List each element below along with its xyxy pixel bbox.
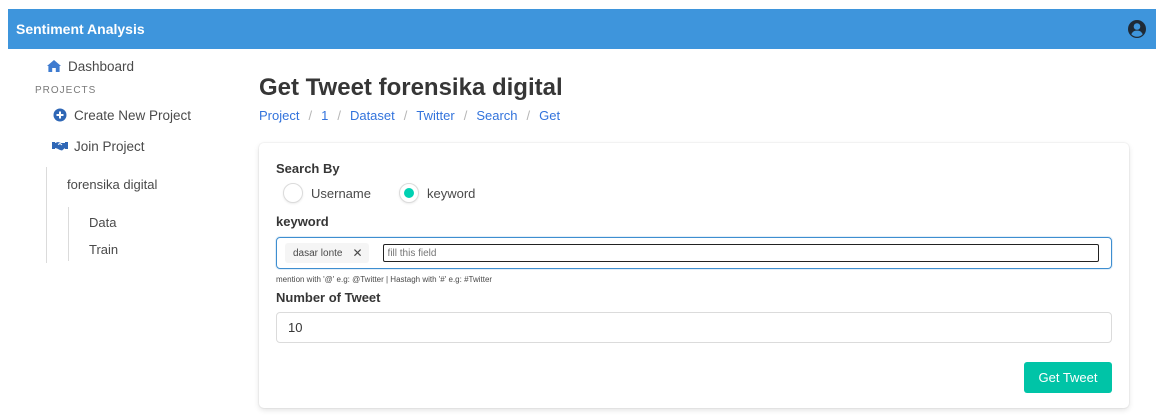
plus-circle-icon [52,107,68,123]
projects-section-label: PROJECTS [35,85,97,96]
handshake-icon [52,138,68,154]
breadcrumb-separator: / [526,108,531,123]
tree-line [68,207,69,261]
radio-keyword[interactable] [398,183,419,203]
top-navbar: Sentiment Analysis [8,9,1156,49]
sidebar-item-label: Dashboard [68,58,135,74]
sidebar-item-label: Join Project [74,138,145,154]
home-icon [46,58,62,74]
keyword-tag-text: dasar lonte [293,247,343,259]
radio-username[interactable] [283,183,303,203]
sidebar-item-create-project[interactable]: Create New Project [52,107,191,123]
radio-keyword-label[interactable]: keyword [427,186,475,201]
breadcrumb-separator: / [403,108,408,123]
breadcrumb-separator: / [337,108,341,123]
keyword-label: keyword [276,214,329,229]
keyword-tag: dasar lonte ✕ [285,243,369,263]
breadcrumb-item[interactable]: 1 [321,108,328,123]
sidebar-item-label: Create New Project [74,107,192,123]
sidebar-item-join-project[interactable]: Join Project [52,138,145,154]
breadcrumb-separator: / [308,108,313,123]
breadcrumb-item[interactable]: Dataset [350,108,395,123]
search-by-label: Search By [276,161,340,176]
brand-title[interactable]: Sentiment Analysis [16,21,145,37]
breadcrumb-separator: / [463,108,468,123]
get-tweet-button[interactable]: Get Tweet [1024,362,1112,393]
breadcrumb-item[interactable]: Project [259,108,299,123]
keyword-help-text: mention with '@' e.g: @Twitter | Hastagh… [276,275,493,284]
search-form-card: Search By Username keyword keyword dasar… [259,143,1129,408]
search-by-radio-group: Username keyword [283,183,503,203]
radio-username-label[interactable]: Username [311,186,371,201]
page-title: Get Tweet forensika digital [259,74,563,101]
user-circle-icon[interactable] [1126,18,1148,40]
radio-selected-dot [403,188,414,198]
sidebar: Dashboard PROJECTS Create New Project Jo… [8,49,238,419]
number-of-tweet-label: Number of Tweet [276,290,381,305]
tree-line [46,167,47,263]
breadcrumb-item[interactable]: Twitter [416,108,454,123]
sidebar-item-data[interactable]: Data [89,215,116,230]
sidebar-item-project[interactable]: forensika digital [67,177,157,192]
number-of-tweet-input[interactable] [276,312,1112,343]
sidebar-item-dashboard[interactable]: Dashboard [46,58,134,74]
sidebar-item-train[interactable]: Train [89,242,118,257]
keyword-field[interactable] [382,244,1099,262]
breadcrumb-item[interactable]: Get [539,108,560,123]
close-icon[interactable]: ✕ [352,246,362,260]
keyword-tag-input[interactable]: dasar lonte ✕ [276,237,1112,269]
breadcrumb-item[interactable]: Search [476,108,517,123]
breadcrumb: Project / 1 / Dataset / Twitter / Search… [259,108,560,123]
